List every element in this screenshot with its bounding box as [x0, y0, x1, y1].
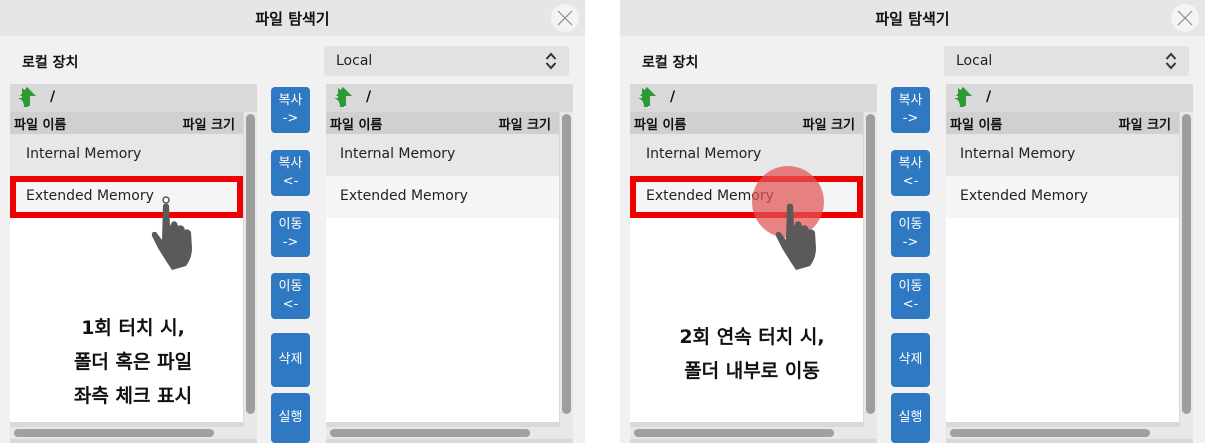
- current-path: /: [50, 89, 56, 105]
- highlight-box: [630, 176, 863, 218]
- move-right-button[interactable]: 이동 ->: [891, 211, 930, 257]
- horizontal-scrollbar[interactable]: [946, 427, 1193, 439]
- column-file-name[interactable]: 파일 이름: [14, 114, 66, 133]
- close-icon: [557, 10, 573, 26]
- chevron-up-down-icon: [1165, 52, 1177, 70]
- path-bar: /: [630, 84, 877, 112]
- right-file-pane: / 파일 이름 파일 크기 Internal Memory Extended M…: [946, 84, 1193, 443]
- close-button[interactable]: [551, 4, 579, 32]
- column-header: 파일 이름 파일 크기: [630, 112, 863, 134]
- vertical-scrollbar[interactable]: [560, 112, 573, 428]
- left-file-pane: / 파일 이름 파일 크기 Internal Memory Extended M…: [630, 84, 877, 443]
- scrollbar-thumb[interactable]: [866, 114, 875, 414]
- caption-line: 폴더 혹은 파일: [73, 351, 193, 373]
- scrollbar-thumb[interactable]: [246, 114, 255, 414]
- path-bar: /: [10, 84, 257, 112]
- vertical-scrollbar[interactable]: [244, 112, 257, 428]
- hand-pointer-icon: [151, 196, 192, 270]
- title-bar: 파일 탐색기: [620, 0, 1205, 36]
- caption-line: 폴더 내부로 이동: [684, 360, 820, 382]
- run-button[interactable]: 실행: [271, 393, 310, 443]
- instruction-caption: 1회 터치 시, 폴더 혹은 파일 좌측 체크 표시: [28, 311, 238, 413]
- scrollbar-thumb[interactable]: [14, 429, 214, 437]
- caption-line: 좌측 체크 표시: [73, 385, 193, 407]
- delete-button[interactable]: 삭제: [271, 333, 310, 387]
- device-select[interactable]: Local: [324, 46, 569, 76]
- up-arrow-icon[interactable]: [952, 86, 974, 108]
- hand-pointer-icon: [775, 203, 816, 270]
- delete-button[interactable]: 삭제: [891, 333, 930, 387]
- list-item-label: Internal Memory: [340, 146, 456, 162]
- list-item-label: Internal Memory: [646, 146, 762, 162]
- path-bar: /: [326, 84, 573, 112]
- caption-line: 2회 연속 터치 시,: [679, 326, 825, 348]
- file-list: Internal Memory Extended Memory: [326, 134, 559, 422]
- file-explorer-dialog-single-tap: 파일 탐색기 로컬 장치 Local / 파일 이름 파일 크기 Interna…: [0, 0, 585, 443]
- path-bar: /: [946, 84, 1193, 112]
- list-item-label: Extended Memory: [960, 188, 1088, 204]
- device-select-value: Local: [336, 53, 373, 69]
- caption-line: 1회 터치 시,: [81, 317, 185, 339]
- list-item[interactable]: Extended Memory: [326, 176, 559, 218]
- up-arrow-icon[interactable]: [636, 86, 658, 108]
- scrollbar-thumb[interactable]: [330, 429, 530, 437]
- list-item-label: Internal Memory: [26, 146, 142, 162]
- list-item[interactable]: Internal Memory: [326, 134, 559, 176]
- column-header: 파일 이름 파일 크기: [946, 112, 1179, 134]
- column-header: 파일 이름 파일 크기: [326, 112, 559, 134]
- column-header: 파일 이름 파일 크기: [10, 112, 243, 134]
- copy-right-button[interactable]: 복사 ->: [891, 87, 930, 133]
- scrollbar-thumb[interactable]: [634, 429, 834, 437]
- file-explorer-dialog-double-tap: 파일 탐색기 로컬 장치 Local / 파일 이름 파일 크기 Interna: [620, 0, 1205, 443]
- column-file-size[interactable]: 파일 크기: [803, 114, 855, 133]
- copy-left-button[interactable]: 복사 <-: [891, 150, 930, 196]
- vertical-scrollbar[interactable]: [1180, 112, 1193, 428]
- scrollbar-thumb[interactable]: [950, 429, 1150, 437]
- current-path: /: [366, 89, 372, 105]
- list-item[interactable]: Extended Memory: [946, 176, 1179, 218]
- device-select[interactable]: Local: [944, 46, 1189, 76]
- list-item[interactable]: Internal Memory: [630, 134, 863, 176]
- title-bar: 파일 탐색기: [0, 0, 585, 36]
- window-title: 파일 탐색기: [875, 10, 950, 28]
- horizontal-scrollbar[interactable]: [630, 427, 877, 439]
- list-item-label: Extended Memory: [340, 188, 468, 204]
- column-file-name[interactable]: 파일 이름: [330, 114, 382, 133]
- up-arrow-icon[interactable]: [332, 86, 354, 108]
- list-item[interactable]: Internal Memory: [10, 134, 243, 176]
- run-button[interactable]: 실행: [891, 393, 930, 443]
- horizontal-scrollbar[interactable]: [326, 427, 573, 439]
- list-item-label: Internal Memory: [960, 146, 1076, 162]
- move-left-button[interactable]: 이동 <-: [271, 273, 310, 319]
- move-left-button[interactable]: 이동 <-: [891, 273, 930, 319]
- window-title: 파일 탐색기: [255, 10, 330, 28]
- up-arrow-icon[interactable]: [16, 86, 38, 108]
- column-file-size[interactable]: 파일 크기: [499, 114, 551, 133]
- file-list: Internal Memory Extended Memory: [946, 134, 1179, 422]
- scrollbar-thumb[interactable]: [562, 114, 571, 414]
- move-right-button[interactable]: 이동 ->: [271, 211, 310, 257]
- column-file-size[interactable]: 파일 크기: [183, 114, 235, 133]
- close-icon: [1177, 10, 1193, 26]
- copy-left-button[interactable]: 복사 <-: [271, 150, 310, 196]
- horizontal-scrollbar[interactable]: [10, 427, 257, 439]
- current-path: /: [986, 89, 992, 105]
- device-select-value: Local: [956, 53, 993, 69]
- scrollbar-thumb[interactable]: [1182, 114, 1191, 414]
- vertical-scrollbar[interactable]: [864, 112, 877, 428]
- close-button[interactable]: [1171, 4, 1199, 32]
- instruction-caption: 2회 연속 터치 시, 폴더 내부로 이동: [642, 320, 862, 388]
- list-item[interactable]: Internal Memory: [946, 134, 1179, 176]
- column-file-name[interactable]: 파일 이름: [950, 114, 1002, 133]
- right-file-pane: / 파일 이름 파일 크기 Internal Memory Extended M…: [326, 84, 573, 443]
- column-file-size[interactable]: 파일 크기: [1119, 114, 1171, 133]
- current-path: /: [670, 89, 676, 105]
- copy-right-button[interactable]: 복사 ->: [271, 87, 310, 133]
- device-label: 로컬 장치: [22, 55, 79, 71]
- chevron-up-down-icon: [545, 52, 557, 70]
- column-file-name[interactable]: 파일 이름: [634, 114, 686, 133]
- device-label: 로컬 장치: [642, 55, 699, 71]
- highlight-box: [10, 176, 243, 218]
